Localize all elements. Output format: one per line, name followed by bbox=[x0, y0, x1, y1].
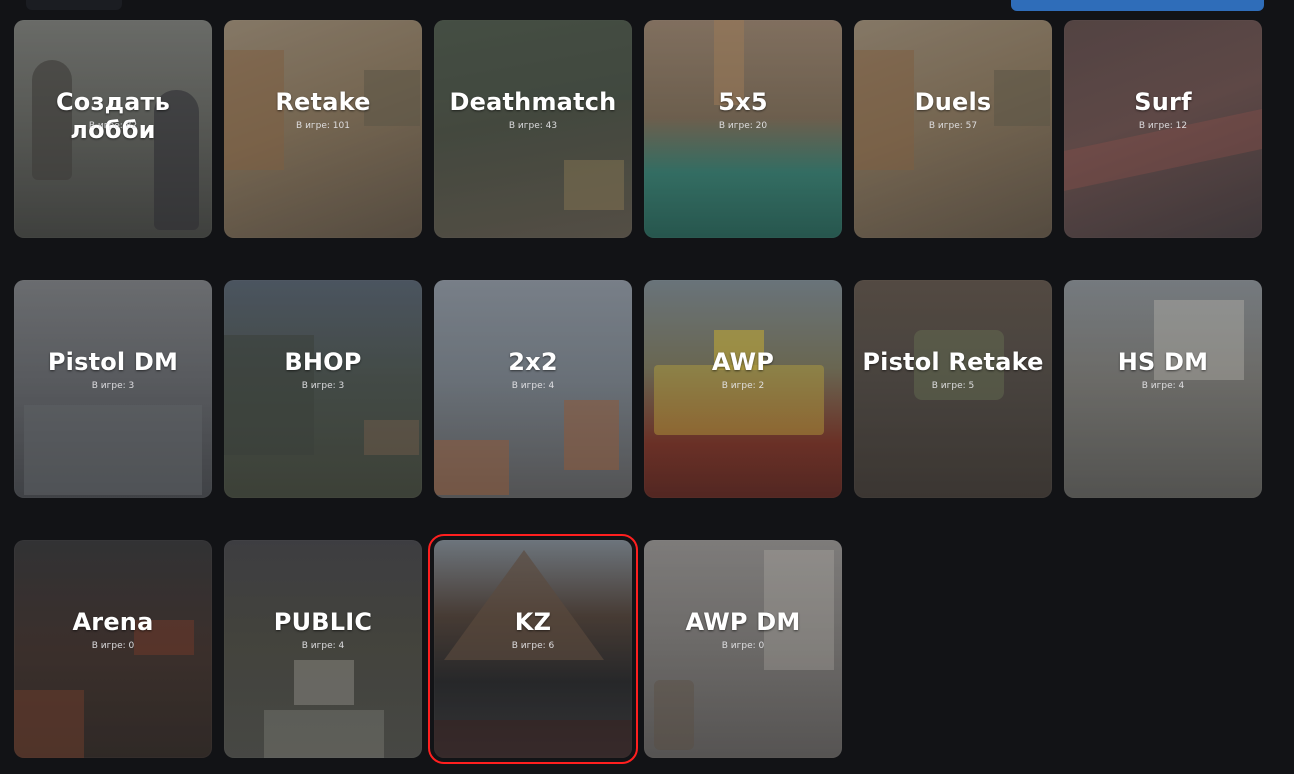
mode-card-create-lobby[interactable]: Создать лобби В игре: 82 bbox=[14, 20, 212, 238]
mode-online-count: В игре: 2 bbox=[721, 381, 765, 391]
card-scene bbox=[364, 420, 419, 455]
mode-title: Surf bbox=[1134, 88, 1192, 116]
mode-title: Создать лобби bbox=[55, 88, 171, 144]
mode-online-count: В игре: 12 bbox=[1138, 121, 1188, 131]
mode-online-count: В игре: 0 bbox=[91, 641, 135, 651]
mode-online-count: В игре: 20 bbox=[718, 121, 768, 131]
mode-title: Retake bbox=[275, 88, 371, 116]
mode-online-count: В игре: 6 bbox=[511, 641, 555, 651]
mode-card-duels[interactable]: Duels В игре: 57 bbox=[854, 20, 1052, 238]
mode-card-2x2[interactable]: 2x2 В игре: 4 bbox=[434, 280, 632, 498]
mode-card-arena[interactable]: Arena В игре: 0 bbox=[14, 540, 212, 758]
card-scene bbox=[434, 720, 632, 758]
mode-title: 2x2 bbox=[508, 348, 558, 376]
topbar bbox=[0, 0, 1294, 12]
mode-online-count: В игре: 5 bbox=[931, 381, 975, 391]
card-scene bbox=[264, 710, 384, 758]
card-scene bbox=[294, 660, 354, 705]
mode-title: Duels bbox=[914, 88, 992, 116]
mode-online-count: В игре: 4 bbox=[1141, 381, 1185, 391]
mode-online-count: В игре: 3 bbox=[91, 381, 135, 391]
mode-card-public[interactable]: PUBLIC В игре: 4 bbox=[224, 540, 422, 758]
mode-card-surf[interactable]: Surf В игре: 12 bbox=[1064, 20, 1262, 238]
card-scene bbox=[24, 405, 202, 495]
card-scene bbox=[14, 690, 84, 758]
mode-card-retake[interactable]: Retake В игре: 101 bbox=[224, 20, 422, 238]
card-scene bbox=[654, 680, 694, 750]
mode-title: AWP bbox=[711, 348, 775, 376]
mode-online-count: В игре: 0 bbox=[721, 641, 765, 651]
mode-title: AWP DM bbox=[685, 608, 801, 636]
mode-card-5x5[interactable]: 5x5 В игре: 20 bbox=[644, 20, 842, 238]
mode-card-deathmatch[interactable]: Deathmatch В игре: 43 bbox=[434, 20, 632, 238]
mode-online-count: В игре: 4 bbox=[301, 641, 345, 651]
mode-online-count: В игре: 101 bbox=[296, 121, 350, 131]
mode-online-count: В игре: 57 bbox=[928, 121, 978, 131]
mode-online-count: В игре: 4 bbox=[511, 381, 555, 391]
mode-title: 5x5 bbox=[718, 88, 768, 116]
card-scene bbox=[434, 440, 509, 495]
mode-card-hs-dm[interactable]: HS DM В игре: 4 bbox=[1064, 280, 1262, 498]
mode-title: Pistol DM bbox=[47, 348, 179, 376]
game-modes-grid: Создать лобби В игре: 82 Retake В игре: … bbox=[14, 20, 1262, 764]
top-right-button[interactable] bbox=[1011, 0, 1264, 11]
mode-online-count: В игре: 43 bbox=[508, 121, 558, 131]
mode-title: KZ bbox=[514, 608, 552, 636]
card-scene bbox=[564, 400, 619, 470]
mode-title: HS DM bbox=[1117, 348, 1209, 376]
mode-card-pistol-retake[interactable]: Pistol Retake В игре: 5 bbox=[854, 280, 1052, 498]
mode-online-count: В игре: 3 bbox=[301, 381, 345, 391]
mode-card-bhop[interactable]: BHOP В игре: 3 bbox=[224, 280, 422, 498]
mode-card-pistol-dm[interactable]: Pistol DM В игре: 3 bbox=[14, 280, 212, 498]
mode-title: Arena bbox=[72, 608, 154, 636]
mode-online-count: В игре: 82 bbox=[88, 121, 138, 131]
mode-title: Pistol Retake bbox=[862, 348, 1044, 376]
mode-title: PUBLIC bbox=[273, 608, 373, 636]
mode-card-awp-dm[interactable]: AWP DM В игре: 0 bbox=[644, 540, 842, 758]
top-left-control[interactable] bbox=[26, 0, 122, 10]
mode-card-kz[interactable]: KZ В игре: 6 bbox=[428, 534, 638, 764]
mode-title: BHOP bbox=[284, 348, 362, 376]
mode-card-awp[interactable]: AWP В игре: 2 bbox=[644, 280, 842, 498]
card-scene bbox=[564, 160, 624, 210]
top-left-text bbox=[148, 0, 258, 3]
mode-title: Deathmatch bbox=[449, 88, 617, 116]
